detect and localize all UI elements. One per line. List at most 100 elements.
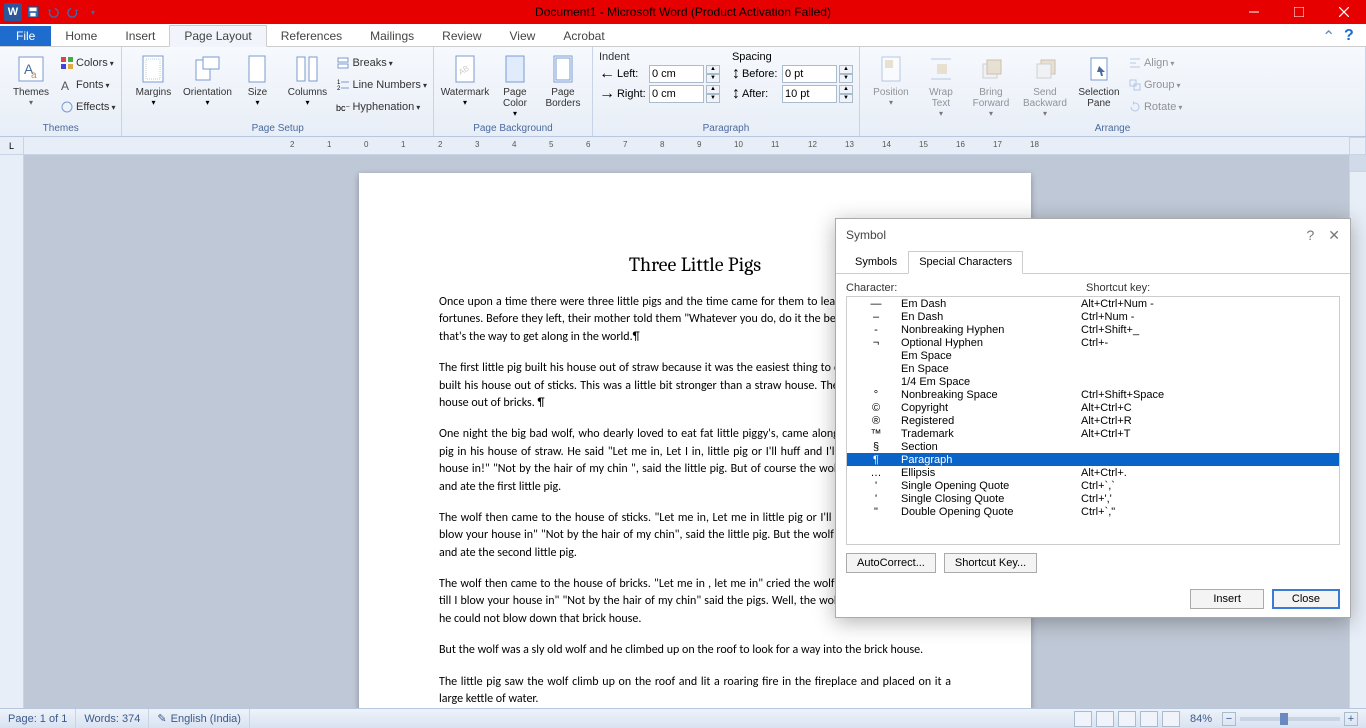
help-icon[interactable]: ? <box>1344 27 1360 43</box>
view-full-screen[interactable] <box>1096 711 1114 727</box>
char-row-copyright[interactable]: ©CopyrightAlt+Ctrl+C <box>847 401 1339 414</box>
vertical-scrollbar[interactable] <box>1349 155 1366 708</box>
spin-down[interactable]: ▼ <box>706 74 720 83</box>
tab-review[interactable]: Review <box>428 26 495 46</box>
close-button[interactable]: Close <box>1272 589 1340 609</box>
zoom-in-button[interactable]: + <box>1344 712 1358 726</box>
char-row-em-space[interactable]: Em Space <box>847 349 1339 362</box>
tab-special-characters[interactable]: Special Characters <box>908 251 1023 274</box>
indent-right-input[interactable] <box>649 85 704 103</box>
char-row-en-dash[interactable]: –En DashCtrl+Num - <box>847 310 1339 323</box>
wrap-text-button[interactable]: Wrap Text▾ <box>920 49 962 118</box>
file-tab[interactable]: File <box>0 26 51 46</box>
dialog-title: Symbol <box>846 228 886 242</box>
bring-forward-button[interactable]: Bring Forward▾ <box>966 49 1016 118</box>
status-words[interactable]: Words: 374 <box>76 709 149 728</box>
line-numbers-button[interactable]: 12Line Numbers ▾ <box>336 75 427 95</box>
tab-mailings[interactable]: Mailings <box>356 26 428 46</box>
tab-symbols[interactable]: Symbols <box>844 251 908 273</box>
paragraph: The little pig saw the wolf climb up on … <box>439 674 951 708</box>
save-icon[interactable] <box>24 3 42 21</box>
orientation-button[interactable]: Orientation▾ <box>182 49 232 107</box>
margins-button[interactable]: Margins▾ <box>128 49 178 107</box>
columns-button[interactable]: Columns▾ <box>282 49 332 107</box>
char-row-section[interactable]: §Section <box>847 440 1339 453</box>
size-button[interactable]: Size▾ <box>236 49 278 107</box>
dialog-help-icon[interactable]: ? <box>1306 227 1314 244</box>
tab-page-layout[interactable]: Page Layout <box>169 25 266 47</box>
undo-icon[interactable] <box>44 3 62 21</box>
group-paragraph: Indent ←Left:▲▼ →Right:▲▼ Spacing ↕Befor… <box>593 47 860 136</box>
spacing-before-input[interactable] <box>782 65 837 83</box>
tab-acrobat[interactable]: Acrobat <box>549 26 618 46</box>
tab-view[interactable]: View <box>496 26 550 46</box>
position-button[interactable]: Position▾ <box>866 49 916 107</box>
view-draft[interactable] <box>1162 711 1180 727</box>
rotate-button[interactable]: Rotate ▾ <box>1128 97 1182 117</box>
align-button[interactable]: Align ▾ <box>1128 53 1182 73</box>
themes-button[interactable]: Aa Themes ▾ <box>6 49 56 107</box>
group-page-setup: Margins▾ Orientation▾ Size▾ Columns▾ Bre… <box>122 47 434 136</box>
zoom-percent[interactable]: 84% <box>1190 713 1212 725</box>
fonts-button[interactable]: AFonts ▾ <box>60 75 115 95</box>
shortcut-key-button[interactable]: Shortcut Key... <box>944 553 1037 573</box>
insert-button[interactable]: Insert <box>1190 589 1264 609</box>
view-print-layout[interactable] <box>1074 711 1092 727</box>
spacing-after-input[interactable] <box>782 85 837 103</box>
close-button[interactable] <box>1321 0 1366 24</box>
horizontal-ruler[interactable]: 210123456789101112131415161718 <box>24 137 1366 154</box>
char-row-trademark[interactable]: ™TrademarkAlt+Ctrl+T <box>847 427 1339 440</box>
maximize-button[interactable] <box>1276 0 1321 24</box>
char-row-nonbreaking-hyphen[interactable]: -Nonbreaking HyphenCtrl+Shift+_ <box>847 323 1339 336</box>
tab-insert[interactable]: Insert <box>111 26 169 46</box>
watermark-button[interactable]: ABWatermark▾ <box>440 49 490 107</box>
colors-button[interactable]: Colors ▾ <box>60 53 115 73</box>
svg-text:a: a <box>31 70 37 81</box>
zoom-slider[interactable] <box>1240 717 1340 721</box>
send-backward-button[interactable]: Send Backward▾ <box>1020 49 1070 118</box>
zoom-out-button[interactable]: − <box>1222 712 1236 726</box>
hyphenation-button[interactable]: bc⁻Hyphenation ▾ <box>336 97 427 117</box>
view-web-layout[interactable] <box>1118 711 1136 727</box>
char-row-registered[interactable]: ®RegisteredAlt+Ctrl+R <box>847 414 1339 427</box>
redo-icon[interactable] <box>64 3 82 21</box>
indent-right-icon: → <box>599 85 615 103</box>
breaks-button[interactable]: Breaks ▾ <box>336 53 427 73</box>
page-borders-button[interactable]: Page Borders <box>540 49 586 109</box>
char-row-en-space[interactable]: En Space <box>847 362 1339 375</box>
tab-selector[interactable]: L <box>0 137 24 154</box>
tab-references[interactable]: References <box>267 26 356 46</box>
selection-pane-button[interactable]: Selection Pane <box>1074 49 1124 109</box>
char-row-em-dash[interactable]: —Em DashAlt+Ctrl+Num - <box>847 297 1339 310</box>
char-row-single-opening-quote[interactable]: 'Single Opening QuoteCtrl+`,` <box>847 479 1339 492</box>
minimize-ribbon-icon[interactable]: ⌃ <box>1322 27 1338 43</box>
status-page[interactable]: Page: 1 of 1 <box>0 709 76 728</box>
indent-left-input[interactable] <box>649 65 704 83</box>
char-row-paragraph[interactable]: ¶Paragraph <box>847 453 1339 466</box>
vertical-ruler[interactable] <box>0 155 24 708</box>
spin-up[interactable]: ▲ <box>706 65 720 74</box>
char-row-single-closing-quote[interactable]: 'Single Closing QuoteCtrl+',' <box>847 492 1339 505</box>
autocorrect-button[interactable]: AutoCorrect... <box>846 553 936 573</box>
view-outline[interactable] <box>1140 711 1158 727</box>
dialog-close-icon[interactable]: ✕ <box>1328 227 1340 244</box>
minimize-button[interactable] <box>1231 0 1276 24</box>
ruler-toggle[interactable] <box>1349 137 1366 155</box>
header-shortcut: Shortcut key: <box>1086 282 1150 294</box>
status-language[interactable]: ✎English (India) <box>149 709 250 728</box>
header-character: Character: <box>846 282 1086 294</box>
qat-customize-icon[interactable]: ▾ <box>84 3 102 21</box>
char-row-1/4-em-space[interactable]: 1/4 Em Space <box>847 375 1339 388</box>
page-color-button[interactable]: Page Color▾ <box>494 49 536 118</box>
spacing-label: Spacing <box>732 51 853 63</box>
character-list[interactable]: —Em DashAlt+Ctrl+Num -–En DashCtrl+Num -… <box>846 296 1340 545</box>
tab-home[interactable]: Home <box>51 26 111 46</box>
char-row-double-opening-quote[interactable]: "Double Opening QuoteCtrl+`," <box>847 505 1339 518</box>
char-row-optional-hyphen[interactable]: ¬Optional HyphenCtrl+- <box>847 336 1339 349</box>
char-row-nonbreaking-space[interactable]: °Nonbreaking SpaceCtrl+Shift+Space <box>847 388 1339 401</box>
group-button[interactable]: Group ▾ <box>1128 75 1182 95</box>
group-themes: Aa Themes ▾ Colors ▾ AFonts ▾ Effects ▾ … <box>0 47 122 136</box>
scroll-up[interactable] <box>1350 155 1366 172</box>
char-row-ellipsis[interactable]: …EllipsisAlt+Ctrl+. <box>847 466 1339 479</box>
effects-button[interactable]: Effects ▾ <box>60 97 115 117</box>
